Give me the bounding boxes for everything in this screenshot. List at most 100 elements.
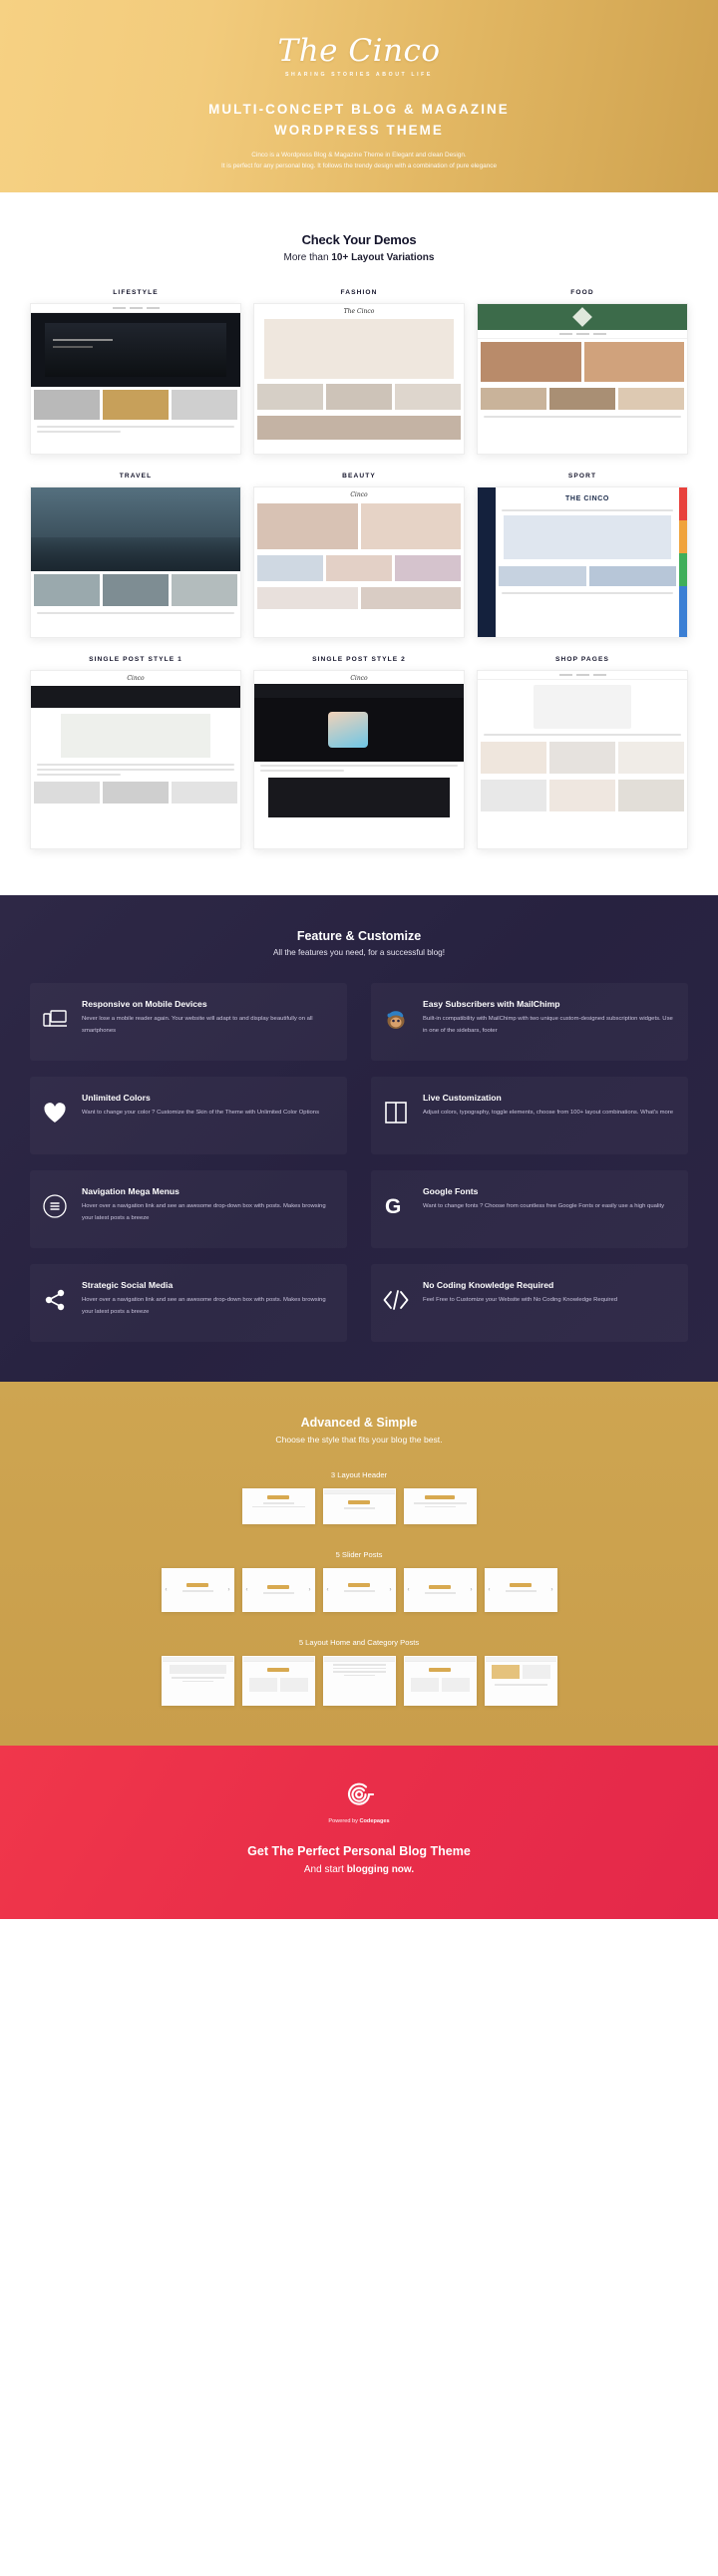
- preview-navbar: [478, 330, 687, 339]
- feature-description: Feel Free to Customize your Website with…: [423, 1297, 618, 1303]
- layout-thumb-home-4[interactable]: [403, 1656, 477, 1706]
- demo-preview-thumbnail[interactable]: [30, 486, 241, 638]
- slider-next-arrow-icon[interactable]: ›: [551, 1587, 553, 1593]
- mailchimp-monkey-icon: [381, 1004, 411, 1034]
- feature-title: Strategic Social Media: [82, 1280, 174, 1290]
- feature-card-mailchimp[interactable]: Easy Subscribers with MailChimp Built-in…: [371, 983, 688, 1061]
- demo-label: SINGLE POST STYLE 1: [89, 656, 182, 663]
- powered-by-label: Powered by Codepages: [328, 1818, 389, 1824]
- codepages-spiral-logo: [344, 1779, 375, 1809]
- demo-card-single-post-style-1[interactable]: SINGLE POST STYLE 1 Cinco: [30, 656, 241, 849]
- feature-title: Unlimited Colors: [82, 1093, 151, 1103]
- feature-description: Built-in compatibility with MailChimp wi…: [423, 1016, 673, 1034]
- feature-card-google-fonts[interactable]: G Google Fonts Want to change fonts ? Ch…: [371, 1170, 688, 1248]
- demo-card-fashion[interactable]: FASHION The Cinco: [253, 289, 465, 455]
- demo-preview-thumbnail[interactable]: Cinco: [30, 670, 241, 849]
- layout-thumb-slider-3[interactable]: ‹ ›: [322, 1568, 396, 1612]
- features-subtitle: All the features you need, for a success…: [272, 948, 446, 957]
- feature-description: Want to change your color ? Customize th…: [82, 1110, 320, 1116]
- demo-card-shop-pages[interactable]: SHOP PAGES: [477, 656, 688, 849]
- preview-image: [61, 714, 210, 758]
- layout-thumb-slider-5[interactable]: ‹ ›: [484, 1568, 557, 1612]
- footer-subline-strong: blogging now.: [346, 1864, 415, 1875]
- demo-card-sport[interactable]: SPORT THE CINCO: [477, 473, 688, 638]
- feature-card-unlimited-colors[interactable]: Unlimited Colors Want to change your col…: [30, 1077, 347, 1154]
- advanced-group-label: 3 Layout Header: [330, 1470, 388, 1479]
- demo-card-lifestyle[interactable]: LIFESTYLE: [30, 289, 241, 455]
- demo-preview-thumbnail[interactable]: Cinco: [253, 486, 465, 638]
- preview-tiles: [254, 381, 464, 413]
- demo-preview-thumbnail[interactable]: Cinco: [253, 670, 465, 849]
- preview-products-2: [478, 777, 687, 814]
- preview-products: [478, 739, 687, 777]
- hero-paragraph-line2: It is perfect for any personal blog. It …: [220, 161, 498, 169]
- preview-hero: [254, 698, 464, 762]
- demo-card-food[interactable]: FOOD: [477, 289, 688, 455]
- preview-navbar: [31, 304, 240, 313]
- feature-title: Google Fonts: [423, 1186, 479, 1196]
- preview-hero: [31, 313, 240, 387]
- layout-thumb-home-2[interactable]: [241, 1656, 315, 1706]
- preview-tiles: [31, 571, 240, 609]
- layout-thumb-home-1[interactable]: [161, 1656, 234, 1706]
- hero-banner: The Cinco SHARING STORIES ABOUT LIFE MUL…: [0, 0, 718, 192]
- advanced-thumb-row: [0, 1488, 718, 1524]
- layout-thumb-header-2[interactable]: [322, 1488, 396, 1524]
- slider-next-arrow-icon[interactable]: ›: [228, 1587, 230, 1593]
- preview-tiles-2: [254, 552, 464, 584]
- slider-prev-arrow-icon[interactable]: ‹: [166, 1587, 168, 1593]
- layout-thumb-header-1[interactable]: [241, 1488, 315, 1524]
- demo-preview-thumbnail[interactable]: [477, 670, 688, 849]
- preview-hero: [31, 487, 240, 571]
- features-title: Feature & Customize: [296, 929, 422, 943]
- feature-title: Navigation Mega Menus: [82, 1186, 180, 1196]
- features-grid: Responsive on Mobile Devices Never lose …: [30, 983, 688, 1342]
- feature-card-mega-menus[interactable]: Navigation Mega Menus Hover over a navig…: [30, 1170, 347, 1248]
- layout-thumb-header-3[interactable]: [403, 1488, 477, 1524]
- slider-next-arrow-icon[interactable]: ›: [309, 1587, 311, 1593]
- feature-card-social-media[interactable]: Strategic Social Media Hover over a navi…: [30, 1264, 347, 1342]
- layout-thumb-slider-1[interactable]: ‹ ›: [161, 1568, 234, 1612]
- preview-hero: [264, 319, 454, 379]
- feature-title: Easy Subscribers with MailChimp: [423, 999, 560, 1009]
- feature-body: Google Fonts Want to change fonts ? Choo…: [423, 1184, 664, 1213]
- layout-thumb-slider-2[interactable]: ‹ ›: [241, 1568, 315, 1612]
- feature-card-responsive[interactable]: Responsive on Mobile Devices Never lose …: [30, 983, 347, 1061]
- layout-thumb-slider-4[interactable]: ‹ ›: [403, 1568, 477, 1612]
- advanced-group-home: 5 Layout Home and Category Posts: [0, 1638, 718, 1706]
- feature-title: Responsive on Mobile Devices: [82, 999, 207, 1009]
- demo-label: LIFESTYLE: [113, 289, 159, 296]
- demo-preview-thumbnail[interactable]: [30, 303, 241, 455]
- demo-card-travel[interactable]: TRAVEL: [30, 473, 241, 638]
- layout-thumb-home-3[interactable]: [322, 1656, 396, 1706]
- demos-section: Check Your Demos More than 10+ Layout Va…: [0, 192, 718, 895]
- demo-label: TRAVEL: [119, 473, 153, 480]
- slider-next-arrow-icon[interactable]: ›: [390, 1587, 392, 1593]
- demo-label: SPORT: [567, 473, 597, 480]
- layout-thumb-home-5[interactable]: [484, 1656, 557, 1706]
- slider-prev-arrow-icon[interactable]: ‹: [327, 1587, 329, 1593]
- slider-prev-arrow-icon[interactable]: ‹: [489, 1587, 491, 1593]
- slider-next-arrow-icon[interactable]: ›: [471, 1587, 473, 1593]
- code-brackets-icon: [381, 1285, 411, 1315]
- demos-subtitle: More than 10+ Layout Variations: [0, 252, 718, 263]
- preview-logo: Cinco: [350, 491, 368, 498]
- feature-card-no-coding[interactable]: No Coding Knowledge Required Feel Free t…: [371, 1264, 688, 1342]
- preview-tiles-2: [254, 413, 464, 443]
- slider-prev-arrow-icon[interactable]: ‹: [246, 1587, 248, 1593]
- demos-subtitle-prefix: More than: [283, 252, 332, 263]
- demo-card-beauty[interactable]: BEAUTY Cinco: [253, 473, 465, 638]
- demo-preview-thumbnail[interactable]: [477, 303, 688, 455]
- demo-card-single-post-style-2[interactable]: SINGLE POST STYLE 2 Cinco: [253, 656, 465, 849]
- hero-headline: MULTI-CONCEPT BLOG & MAGAZINE WORDPRESS …: [208, 100, 510, 142]
- slider-prev-arrow-icon[interactable]: ‹: [408, 1587, 410, 1593]
- heart-icon: [40, 1098, 70, 1127]
- brand-logo: The Cinco: [277, 33, 441, 69]
- feature-card-live-customization[interactable]: Live Customization Adjust colors, typogr…: [371, 1077, 688, 1154]
- preview-tiles: [31, 779, 240, 806]
- feature-body: No Coding Knowledge Required Feel Free t…: [423, 1278, 617, 1307]
- advanced-group-label: 5 Slider Posts: [335, 1550, 383, 1559]
- demo-label: SHOP PAGES: [555, 656, 609, 663]
- demo-preview-thumbnail[interactable]: The Cinco: [253, 303, 465, 455]
- demo-preview-thumbnail[interactable]: THE CINCO: [477, 486, 688, 638]
